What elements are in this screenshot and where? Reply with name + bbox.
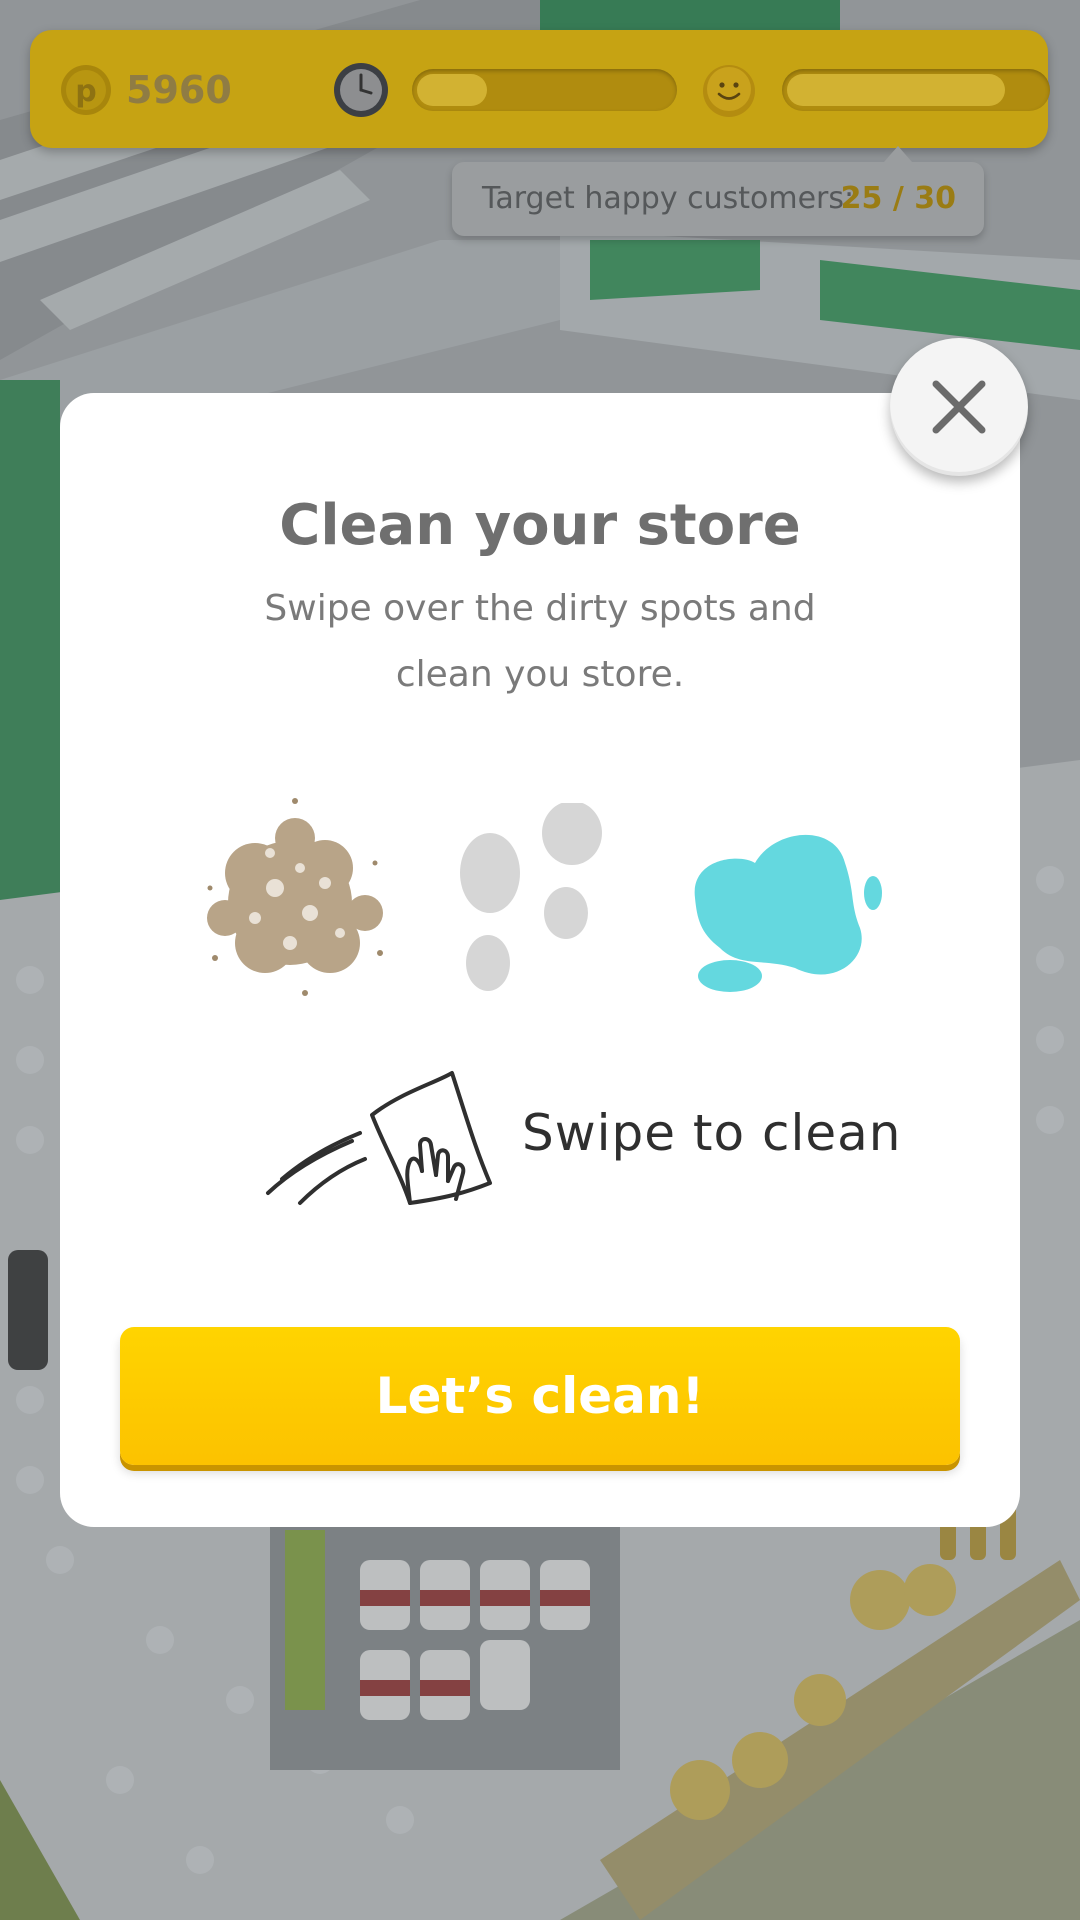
clean-store-dialog: Clean your store Swipe over the dirty sp…: [60, 393, 1020, 1527]
puddle-icon: [694, 834, 882, 992]
close-button[interactable]: [890, 338, 1028, 476]
svg-text:p: p: [75, 74, 96, 109]
time-progress-fill: [417, 74, 487, 106]
happiness-progress-fill: [787, 74, 1005, 106]
swipe-instruction: Swipe to clean: [522, 1104, 902, 1162]
time-progress-bar: [412, 69, 677, 111]
dirt-icon: [207, 798, 383, 996]
target-value: 25 / 30: [840, 181, 956, 216]
target-label: Target happy customers:: [482, 181, 855, 216]
footprints-icon: [460, 803, 602, 991]
target-tooltip: Target happy customers: 25 / 30: [452, 146, 984, 236]
tooltip-arrow: [884, 146, 912, 162]
coin-balance: 5960: [126, 68, 232, 112]
clock-icon: [334, 63, 388, 117]
coin-icon: p: [61, 65, 111, 115]
dialog-title: Clean your store: [279, 493, 801, 558]
happiness-progress-bar: [782, 69, 1050, 111]
top-hud: p 5960: [30, 30, 1050, 148]
close-icon: [932, 380, 986, 434]
lets-clean-button[interactable]: Let’s clean!: [120, 1327, 960, 1465]
smiley-icon: [703, 65, 755, 117]
dialog-description: Swipe over the dirty spots and clean you…: [264, 588, 816, 695]
